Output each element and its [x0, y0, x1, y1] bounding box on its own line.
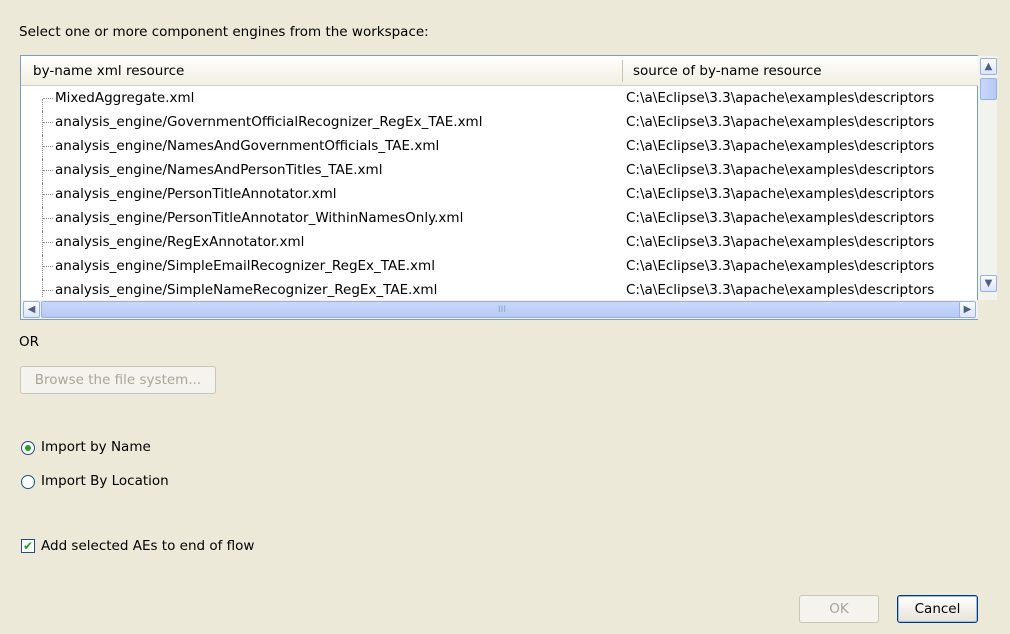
- import-by-name-radio[interactable]: [21, 441, 35, 455]
- import-by-location-label[interactable]: Import By Location: [41, 473, 169, 489]
- tree-connector: [43, 170, 53, 171]
- tree-connector: [43, 242, 53, 243]
- grip-icon: III: [498, 304, 506, 315]
- import-by-location-radio[interactable]: [21, 475, 35, 489]
- row-name: analysis_engine/RegExAnnotator.xml: [55, 234, 305, 250]
- scroll-left-icon[interactable]: ◀: [23, 301, 40, 318]
- tree-connector: [42, 231, 43, 255]
- row-source: C:\a\Eclipse\3.3\apache\examples\descrip…: [626, 186, 935, 202]
- add-to-flow-label[interactable]: Add selected AEs to end of flow: [41, 538, 254, 554]
- tree-connector: [42, 111, 43, 135]
- tree-connector: [43, 266, 53, 267]
- table-row[interactable]: analysis_engine/GovernmentOfficialRecogn…: [21, 111, 978, 135]
- row-name: analysis_engine/NamesAndGovernmentOffici…: [55, 138, 440, 154]
- column-header-name[interactable]: by-name xml resource: [33, 63, 184, 79]
- table-row[interactable]: analysis_engine/SimpleNameRecognizer_Reg…: [21, 279, 978, 297]
- table-body: MixedAggregate.xml C:\a\Eclipse\3.3\apac…: [21, 87, 978, 297]
- table-row[interactable]: analysis_engine/NamesAndGovernmentOffici…: [21, 135, 978, 159]
- row-name: MixedAggregate.xml: [55, 90, 195, 106]
- row-source: C:\a\Eclipse\3.3\apache\examples\descrip…: [626, 258, 935, 274]
- scroll-right-icon[interactable]: ▶: [959, 301, 976, 318]
- row-source: C:\a\Eclipse\3.3\apache\examples\descrip…: [626, 234, 935, 250]
- table-row[interactable]: analysis_engine/RegExAnnotator.xml C:\a\…: [21, 231, 978, 255]
- browse-file-system-button[interactable]: Browse the file system...: [20, 366, 216, 394]
- row-source: C:\a\Eclipse\3.3\apache\examples\descrip…: [626, 210, 935, 226]
- horizontal-scroll-thumb[interactable]: III: [41, 301, 963, 318]
- import-by-name-label[interactable]: Import by Name: [41, 439, 151, 455]
- row-source: C:\a\Eclipse\3.3\apache\examples\descrip…: [626, 282, 935, 297]
- tree-connector: [42, 135, 43, 159]
- cancel-button[interactable]: Cancel: [897, 595, 978, 623]
- tree-connector: [43, 122, 53, 123]
- row-name: analysis_engine/NamesAndPersonTitles_TAE…: [55, 162, 383, 178]
- tree-connector: [43, 290, 53, 291]
- tree-connector: [43, 218, 53, 219]
- scroll-up-icon[interactable]: ▲: [980, 58, 997, 75]
- table-header: by-name xml resource source of by-name r…: [21, 56, 978, 86]
- row-name: analysis_engine/PersonTitleAnnotator.xml: [55, 186, 337, 202]
- tree-connector: [43, 146, 53, 147]
- scroll-down-icon[interactable]: ▼: [980, 275, 997, 292]
- tree-connector: [42, 159, 43, 183]
- table-row[interactable]: analysis_engine/NamesAndPersonTitles_TAE…: [21, 159, 978, 183]
- row-source: C:\a\Eclipse\3.3\apache\examples\descrip…: [626, 90, 935, 106]
- table-row[interactable]: analysis_engine/PersonTitleAnnotator.xml…: [21, 183, 978, 207]
- tree-connector: [42, 99, 43, 111]
- vertical-scroll-thumb[interactable]: [980, 78, 997, 100]
- row-source: C:\a\Eclipse\3.3\apache\examples\descrip…: [626, 162, 935, 178]
- row-name: analysis_engine/SimpleEmailRecognizer_Re…: [55, 258, 435, 274]
- ok-button[interactable]: OK: [799, 595, 879, 623]
- or-label: OR: [19, 334, 40, 350]
- table-row[interactable]: MixedAggregate.xml C:\a\Eclipse\3.3\apac…: [21, 87, 978, 111]
- instruction-label: Select one or more component engines fro…: [19, 24, 429, 40]
- tree-connector: [43, 98, 53, 99]
- tree-connector: [43, 194, 53, 195]
- row-name: analysis_engine/GovernmentOfficialRecogn…: [55, 114, 483, 130]
- add-to-flow-checkbox[interactable]: ✔: [21, 539, 35, 553]
- tree-connector: [42, 207, 43, 231]
- row-name: analysis_engine/SimpleNameRecognizer_Reg…: [55, 282, 438, 297]
- row-source: C:\a\Eclipse\3.3\apache\examples\descrip…: [626, 114, 935, 130]
- tree-connector: [42, 183, 43, 207]
- engine-table[interactable]: by-name xml resource source of by-name r…: [20, 55, 997, 320]
- tree-connector: [42, 279, 43, 297]
- row-name: analysis_engine/PersonTitleAnnotator_Wit…: [55, 210, 464, 226]
- table-row[interactable]: analysis_engine/PersonTitleAnnotator_Wit…: [21, 207, 978, 231]
- tree-connector: [42, 255, 43, 279]
- column-separator[interactable]: [622, 60, 623, 82]
- column-header-source[interactable]: source of by-name resource: [633, 63, 822, 79]
- row-source: C:\a\Eclipse\3.3\apache\examples\descrip…: [626, 138, 935, 154]
- table-row[interactable]: analysis_engine/SimpleEmailRecognizer_Re…: [21, 255, 978, 279]
- checkmark-icon: ✔: [22, 539, 34, 553]
